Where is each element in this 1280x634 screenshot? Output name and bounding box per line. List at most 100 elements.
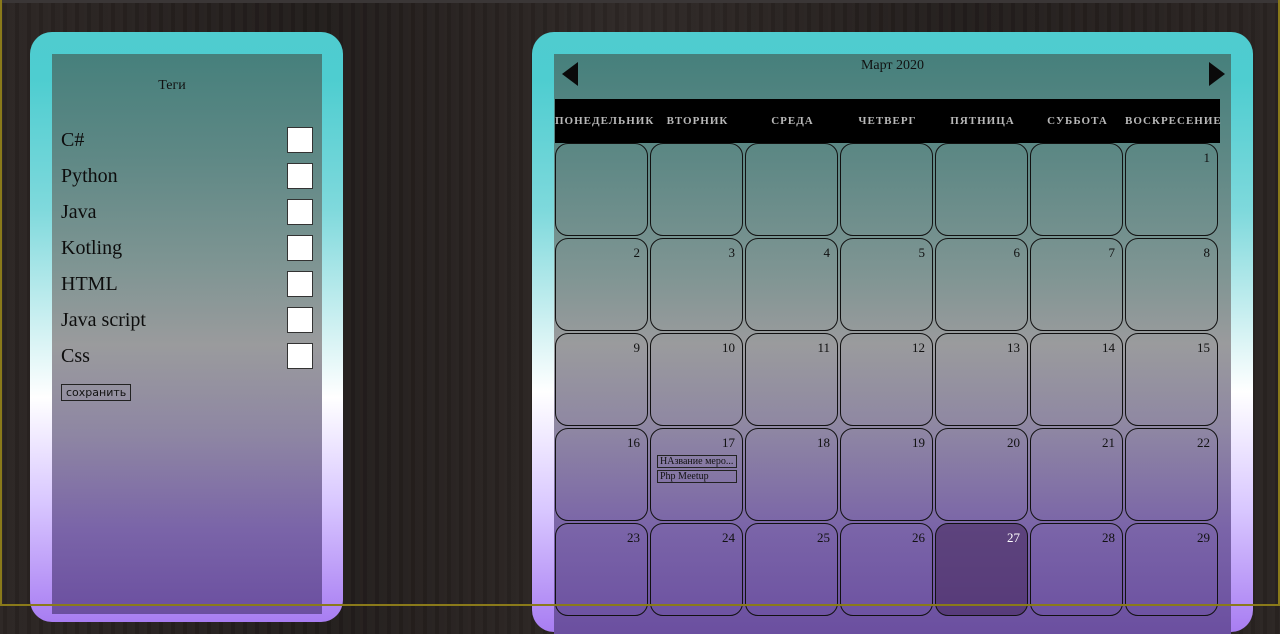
tag-row: Python [61,163,313,191]
day-number: 5 [918,245,926,260]
calendar-empty-cell[interactable] [555,143,648,236]
calendar-day-cell[interactable]: 8 [1125,238,1218,331]
day-number: 2 [633,245,641,260]
day-number: 22 [1197,435,1210,450]
calendar-day-cell[interactable]: 28 [1030,523,1123,616]
calendar-day-cell[interactable]: 21 [1030,428,1123,521]
calendar-day-cell[interactable]: 15 [1125,333,1218,426]
calendar-day-cell[interactable]: 24 [650,523,743,616]
tag-checkbox[interactable] [287,235,313,261]
day-number: 11 [817,340,830,355]
calendar-day-cell[interactable]: 25 [745,523,838,616]
calendar-day-cell[interactable]: 11 [745,333,838,426]
calendar-day-cell[interactable]: 2 [555,238,648,331]
calendar-day-cell[interactable]: 14 [1030,333,1123,426]
calendar-event[interactable]: Php Meetup [657,470,737,483]
tag-checkbox[interactable] [287,127,313,153]
calendar-day-cell[interactable]: 9 [555,333,648,426]
tags-panel-content: Теги C# Python Java Kotling HTML Java script C… [52,54,322,614]
tag-label: Kotling [61,237,123,259]
tag-checkbox[interactable] [287,343,313,369]
day-number: 9 [633,340,641,355]
day-number: 27 [1007,530,1020,545]
calendar-day-cell[interactable]: 5 [840,238,933,331]
weekday-header: ПОНЕДЕЛЬНИК ВТОРНИК СРЕДА ЧЕТВЕРГ ПЯТНИЦА СУБ… [555,99,1222,143]
day-number: 15 [1197,340,1210,355]
tag-label: Python [61,165,118,187]
tag-row: Css [61,343,313,371]
day-number: 10 [722,340,735,355]
window-top-border [2,0,1278,3]
day-number: 18 [817,435,830,450]
tag-checkbox[interactable] [287,163,313,189]
calendar-event[interactable]: НАзвание меро... [657,455,737,468]
next-month-icon[interactable] [1209,62,1225,86]
calendar-day-cell[interactable]: 22 [1125,428,1218,521]
weekday-label: СРЕДА [771,115,814,127]
day-number: 28 [1102,530,1115,545]
calendar-day-cell[interactable]: 16 [555,428,648,521]
save-button[interactable]: сохранить [61,384,132,401]
calendar-content: Март 2020 ПОНЕДЕЛЬНИК ВТОРНИК СРЕДА ЧЕТВЕРГ… [554,54,1231,634]
tag-row: Kotling [61,235,313,263]
calendar-day-cell[interactable]: 4 [745,238,838,331]
calendar-day-cell[interactable]: 26 [840,523,933,616]
day-number: 23 [627,530,640,545]
day-number: 1 [1203,150,1211,165]
calendar-empty-cell[interactable] [745,143,838,236]
calendar-day-cell[interactable]: 10 [650,333,743,426]
calendar-month-title: Март 2020 [860,58,925,73]
tag-checkbox[interactable] [287,199,313,225]
calendar-day-cell[interactable]: 17 НАзвание меро... Php Meetup [650,428,743,521]
day-number: 12 [912,340,925,355]
day-number: 25 [817,530,830,545]
calendar-day-cell[interactable]: 3 [650,238,743,331]
weekday-label: ПОНЕДЕЛЬНИК [555,115,655,127]
calendar-day-cell[interactable]: 7 [1030,238,1123,331]
tags-panel: Теги C# Python Java Kotling HTML Java script C… [30,32,343,622]
tag-label: Java script [61,309,146,331]
weekday-label: СУББОТА [1047,115,1108,127]
day-number: 19 [912,435,925,450]
calendar-day-cell[interactable]: 27 [935,523,1028,616]
tag-label: HTML [61,273,118,295]
calendar-empty-cell[interactable] [840,143,933,236]
weekday-label: ВОСКРЕСЕНИЕ [1125,115,1222,127]
calendar-panel: Март 2020 ПОНЕДЕЛЬНИК ВТОРНИК СРЕДА ЧЕТВЕРГ… [532,32,1253,634]
calendar-empty-cell[interactable] [935,143,1028,236]
weekday-label: ПЯТНИЦА [950,115,1015,127]
day-number: 7 [1108,245,1116,260]
tag-row: Java [61,199,313,227]
day-number: 20 [1007,435,1020,450]
calendar-day-cell[interactable]: 6 [935,238,1028,331]
calendar-empty-cell[interactable] [650,143,743,236]
tag-label: C# [61,129,85,151]
tag-label: Java [61,201,97,223]
tag-checkbox[interactable] [287,307,313,333]
day-number: 13 [1007,340,1020,355]
day-number: 3 [728,245,736,260]
calendar-day-cell[interactable]: 18 [745,428,838,521]
calendar-day-cell[interactable]: 12 [840,333,933,426]
tag-row: C# [61,127,313,155]
day-number: 29 [1197,530,1210,545]
weekday-label: ЧЕТВЕРГ [858,115,917,127]
weekday-label: ВТОРНИК [666,115,729,127]
calendar-day-cell[interactable]: 1 [1125,143,1218,236]
tag-label: Css [61,345,90,367]
day-number: 4 [823,245,831,260]
tag-row: Java script [61,307,313,335]
calendar-day-cell[interactable]: 29 [1125,523,1218,616]
day-number: 26 [912,530,925,545]
day-number: 8 [1203,245,1211,260]
day-number: 24 [722,530,735,545]
calendar-empty-cell[interactable] [1030,143,1123,236]
tag-row: HTML [61,271,313,299]
calendar-day-cell[interactable]: 23 [555,523,648,616]
calendar-day-cell[interactable]: 20 [935,428,1028,521]
tags-title: Теги [158,78,186,93]
tag-checkbox[interactable] [287,271,313,297]
day-number: 6 [1013,245,1021,260]
calendar-day-cell[interactable]: 19 [840,428,933,521]
calendar-day-cell[interactable]: 13 [935,333,1028,426]
